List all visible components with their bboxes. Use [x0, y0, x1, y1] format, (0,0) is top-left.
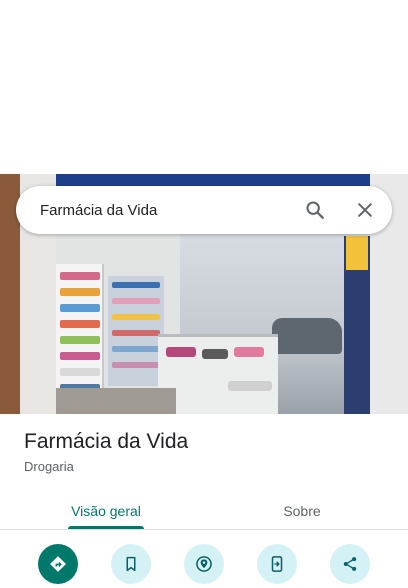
nearby-icon — [196, 556, 212, 572]
close-icon — [358, 203, 372, 217]
search-input[interactable]: Farmácia da Vida — [40, 202, 302, 219]
search-button[interactable] — [302, 197, 328, 223]
tab-bar: Visão geral Sobre — [0, 492, 408, 530]
save-button[interactable] — [111, 544, 151, 584]
tab-about[interactable]: Sobre — [262, 492, 342, 530]
active-tab-indicator — [68, 526, 144, 529]
place-title: Farmácia da Vida — [24, 430, 189, 453]
share-icon — [343, 557, 357, 571]
shelf-back — [108, 276, 164, 386]
place-category: Drogaria — [24, 459, 74, 474]
nearby-button[interactable] — [184, 544, 224, 584]
search-bar[interactable]: Farmácia da Vida — [16, 186, 392, 234]
clear-button[interactable] — [352, 197, 378, 223]
search-icon — [306, 201, 324, 219]
action-bar — [0, 544, 408, 588]
directions-button[interactable] — [38, 544, 78, 584]
map-blank-area — [0, 0, 408, 174]
share-button[interactable] — [330, 544, 370, 584]
send-to-phone-icon — [271, 556, 283, 572]
tab-overview[interactable]: Visão geral — [58, 492, 154, 530]
counter — [158, 334, 278, 414]
send-to-phone-button[interactable] — [257, 544, 297, 584]
bookmark-icon — [126, 556, 136, 572]
directions-icon — [50, 556, 66, 572]
